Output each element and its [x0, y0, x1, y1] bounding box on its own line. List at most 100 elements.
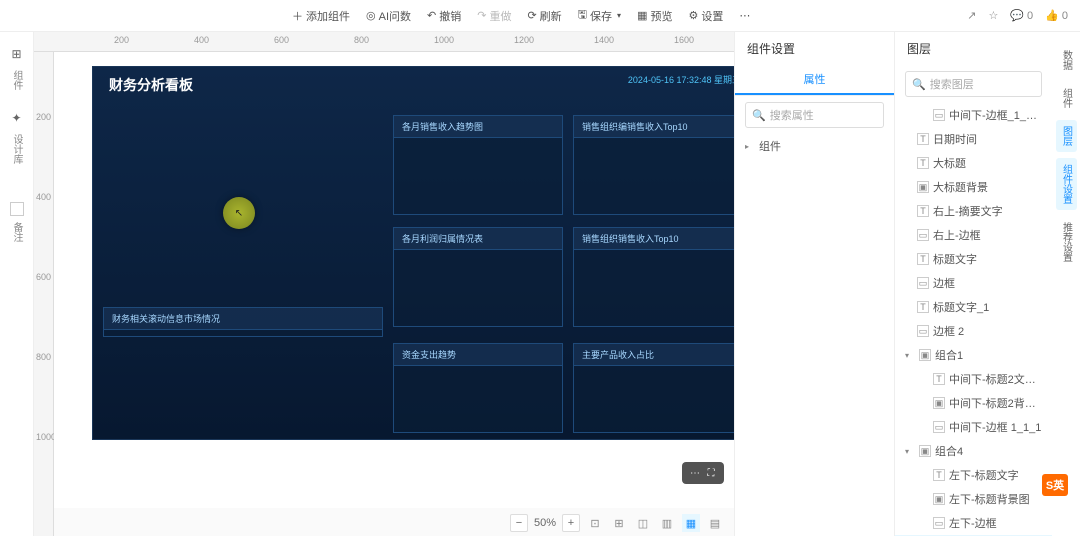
- layer-item[interactable]: ▣ 左下-标题背景图: [895, 487, 1052, 511]
- panel-title: 销售组织编销售收入Top10: [574, 116, 734, 138]
- canvas[interactable]: 财务分析看板 2024-05-16 17:32:48 星期五 ↖ 各月销售收入趋…: [54, 52, 734, 508]
- layer-label: 左下-边框: [949, 515, 1042, 531]
- share-button[interactable]: ↗: [967, 9, 976, 22]
- layer-panel-header: 图层: [895, 32, 1052, 65]
- sidebar-components[interactable]: ⊞: [7, 44, 27, 64]
- redo-button[interactable]: ↷重做: [477, 6, 511, 25]
- layout-button-4[interactable]: ▤: [706, 514, 724, 532]
- layout-button-3[interactable]: ▦: [682, 514, 700, 532]
- panel-title: 主要产品收入占比: [574, 344, 734, 366]
- save-button[interactable]: 🖫保存▾: [578, 6, 621, 25]
- vtab-data[interactable]: 数据: [1056, 44, 1077, 76]
- dash-panel-4[interactable]: 销售组织销售收入Top10: [573, 227, 734, 327]
- layer-item[interactable]: ▣中间下-标题2背景图_: [895, 391, 1052, 415]
- ai-button[interactable]: ◎AI问数: [366, 6, 411, 25]
- star-button[interactable]: ☆: [988, 9, 998, 22]
- layer-label: 左下-标题背景图: [949, 491, 1042, 507]
- refresh-button[interactable]: ⟳刷新: [527, 6, 561, 25]
- layer-type-icon: ▭: [933, 517, 945, 529]
- gear-icon: ⚙: [688, 9, 698, 22]
- layer-item[interactable]: ▭ 左下-边框: [895, 511, 1052, 535]
- dash-panel-5[interactable]: 财务相关滚动信息市场情况: [103, 307, 383, 337]
- dashboard-page[interactable]: 财务分析看板 2024-05-16 17:32:48 星期五 ↖ 各月销售收入趋…: [92, 66, 734, 440]
- layer-type-icon: ▣: [917, 181, 929, 193]
- ai-icon: ◎: [366, 9, 376, 22]
- layer-item[interactable]: T标题文字_1: [895, 295, 1052, 319]
- layer-label: 左下-标题文字: [949, 467, 1042, 483]
- zoom-in-button[interactable]: +: [562, 514, 580, 532]
- canvas-fullscreen-button[interactable]: ⛶: [704, 466, 718, 480]
- vertical-ruler: 2004006008001000: [34, 52, 54, 536]
- layout-button-2[interactable]: ▥: [658, 514, 676, 532]
- layer-item[interactable]: T左下-标题文字: [895, 463, 1052, 487]
- layer-item[interactable]: ▾▣组合1: [895, 343, 1052, 367]
- layer-search-input[interactable]: 🔍搜索图层: [905, 71, 1042, 97]
- layer-type-icon: T: [933, 373, 945, 385]
- layer-item[interactable]: ▭中间下-边框 1_1_1: [895, 415, 1052, 439]
- vtab-component[interactable]: 组件: [1056, 82, 1077, 114]
- ime-badge[interactable]: S英: [1042, 474, 1068, 496]
- layout-button-1[interactable]: ◫: [634, 514, 652, 532]
- layer-item[interactable]: T日期时间: [895, 127, 1052, 151]
- vtab-component-settings[interactable]: 组件设置: [1056, 158, 1077, 210]
- right-tabstrip: 数据 组件 图层 组件设置 推荐设置: [1052, 32, 1080, 536]
- layer-type-icon: ▭: [917, 277, 929, 289]
- layer-label: 右上-边框: [933, 227, 1042, 243]
- layer-item[interactable]: T中间下-标题2文字_1_: [895, 367, 1052, 391]
- layer-type-icon: ▣: [919, 445, 931, 457]
- zoom-bar: − 50% + ⊡ ⊞ ◫ ▥ ▦ ▤: [510, 514, 724, 532]
- layer-type-icon: ▣: [933, 493, 945, 505]
- sidebar-library[interactable]: ✦: [7, 108, 27, 128]
- dash-panel-6[interactable]: 资金支出趋势: [393, 343, 563, 433]
- vtab-recommend[interactable]: 推荐设置: [1056, 216, 1077, 268]
- layer-item[interactable]: ▭右上-边框: [895, 223, 1052, 247]
- layer-type-icon: ▭: [933, 109, 945, 121]
- top-toolbar: ＋添加组件 ◎AI问数 ↶撤销 ↷重做 ⟳刷新 🖫保存▾ ▦预览 ⚙设置 ⋯ ↗…: [0, 0, 1080, 32]
- layer-label: 大标题背景: [933, 179, 1042, 195]
- dash-panel-3[interactable]: 各月利润归属情况表: [393, 227, 563, 327]
- dash-panel-2[interactable]: 销售组织编销售收入Top10: [573, 115, 734, 215]
- add-component-button[interactable]: ＋添加组件: [292, 6, 350, 25]
- search-icon: 🔍: [912, 78, 926, 91]
- canvas-more-button[interactable]: ⋯: [688, 466, 702, 480]
- layer-item[interactable]: ▭边框: [895, 271, 1052, 295]
- thumb-icon: 👍: [1045, 9, 1059, 22]
- layer-type-icon: ▭: [933, 421, 945, 433]
- toolbar-left: ＋添加组件 ◎AI问数 ↶撤销 ↷重做 ⟳刷新 🖫保存▾ ▦预览 ⚙设置 ⋯: [292, 6, 750, 25]
- zoom-value: 50%: [534, 517, 556, 529]
- settings-button[interactable]: ⚙设置: [688, 6, 723, 25]
- panel-title: 资金支出趋势: [394, 344, 562, 366]
- layer-tree: ▭中间下-边框_1_1_1_T日期时间T大标题▣大标题背景T右上-摘要文字▭右上…: [895, 103, 1052, 536]
- dash-panel-1[interactable]: 各月销售收入趋势图: [393, 115, 563, 215]
- layer-item[interactable]: T右上-摘要文字: [895, 199, 1052, 223]
- preview-icon: ▦: [637, 9, 647, 22]
- component-tree-root[interactable]: ▸组件: [735, 134, 894, 158]
- cursor-indicator: ↖: [223, 197, 255, 229]
- layer-item[interactable]: T标题文字: [895, 247, 1052, 271]
- layer-item[interactable]: ▭中间下-边框_1_1_1_: [895, 103, 1052, 127]
- save-icon: 🖫: [578, 6, 587, 25]
- zoom-out-button[interactable]: −: [510, 514, 528, 532]
- grid-button[interactable]: ⊞: [610, 514, 628, 532]
- layer-item[interactable]: ▭边框 2: [895, 319, 1052, 343]
- layer-item[interactable]: T大标题: [895, 151, 1052, 175]
- tab-properties[interactable]: 属性: [735, 65, 894, 95]
- component-panel-header: 组件设置: [735, 32, 894, 65]
- fit-button[interactable]: ⊡: [586, 514, 604, 532]
- sidebar-remark-label: 备注: [9, 222, 24, 242]
- property-search-input[interactable]: 🔍搜索属性: [745, 102, 884, 128]
- component-settings-panel: 组件设置 属性 🔍搜索属性 ▸组件: [734, 32, 894, 536]
- preview-button[interactable]: ▦预览: [637, 6, 672, 25]
- sidebar-remark[interactable]: [10, 202, 24, 216]
- layer-item[interactable]: ▾▣组合4: [895, 439, 1052, 463]
- undo-button[interactable]: ↶撤销: [427, 6, 461, 25]
- dash-panel-7[interactable]: 主要产品收入占比: [573, 343, 734, 433]
- dashboard-datetime: 2024-05-16 17:32:48 星期五: [628, 73, 734, 86]
- layer-item[interactable]: ▣ 大标题背景: [895, 175, 1052, 199]
- comment-count[interactable]: 💬0: [1010, 9, 1033, 22]
- vtab-layer[interactable]: 图层: [1056, 120, 1077, 152]
- more-icon: ⋯: [739, 9, 750, 22]
- more-button[interactable]: ⋯: [739, 6, 750, 25]
- like-count[interactable]: 👍0: [1045, 9, 1068, 22]
- left-sidebar: ⊞ 组件 ✦ 设计库 备注: [0, 32, 34, 536]
